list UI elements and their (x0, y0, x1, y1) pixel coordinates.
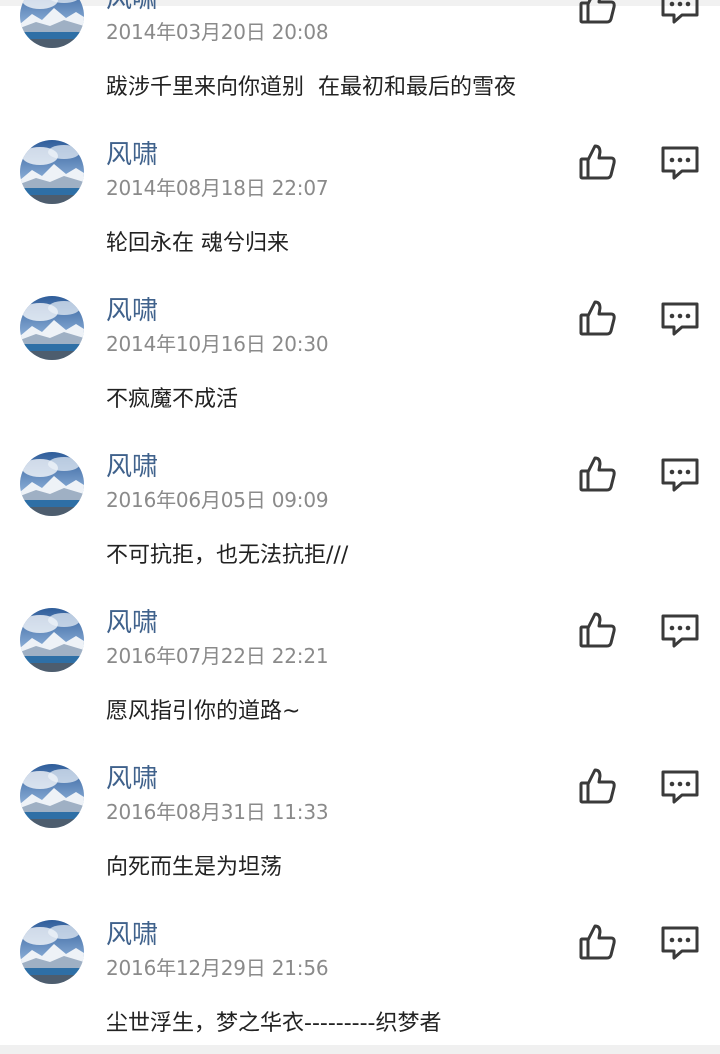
comment-text: 尘世浮生，梦之华衣---------织梦者 (106, 1011, 442, 1036)
thumbs-up-icon (579, 768, 616, 804)
comment-author[interactable]: 风啸 (106, 920, 158, 950)
comment-timestamp: 2016年07月22日 22:21 (106, 644, 329, 668)
comment-text: 不疯魔不成活 (106, 387, 239, 412)
thumbs-up-icon (579, 456, 616, 492)
comment-icon (661, 302, 699, 336)
user-avatar[interactable] (20, 0, 84, 48)
comment-icon (661, 146, 699, 180)
comment-author[interactable]: 风啸 (106, 296, 158, 326)
thumbs-up-icon (579, 0, 616, 24)
user-avatar[interactable] (20, 608, 84, 672)
comment-author[interactable]: 风啸 (106, 608, 158, 638)
comment-item: 风啸 2014年10月16日 20:30 不疯魔不成活 (0, 296, 720, 452)
comment-timestamp: 2016年06月05日 09:09 (106, 488, 329, 512)
comment-timestamp: 2016年08月31日 11:33 (106, 800, 329, 824)
comment-timestamp: 2014年08月18日 22:07 (106, 176, 329, 200)
comment-author[interactable]: 风啸 (106, 140, 158, 170)
thumbs-up-icon (579, 144, 616, 180)
comment-item: 风啸 2016年08月31日 11:33 向死而生是为坦荡 (0, 764, 720, 920)
thumbs-up-icon (579, 300, 616, 336)
user-avatar[interactable] (20, 296, 84, 360)
user-avatar[interactable] (20, 764, 84, 828)
user-avatar[interactable] (20, 920, 84, 984)
comment-item: 风啸 2016年07月22日 22:21 愿风指引你的道路~ (0, 608, 720, 764)
comment-text: 跋涉千里来向你道别 在最初和最后的雪夜 (106, 75, 516, 100)
like-button[interactable] (578, 766, 618, 806)
comment-author[interactable]: 风啸 (106, 764, 158, 794)
comment-item: 风啸 2014年08月18日 22:07 轮回永在 魂兮归来 (0, 140, 720, 296)
comment-text: 不可抗拒，也无法抗拒/// (106, 543, 349, 568)
comment-icon (661, 0, 699, 24)
like-button[interactable] (578, 610, 618, 650)
thumbs-up-icon (579, 612, 616, 648)
comment-icon (661, 770, 699, 804)
comment-text: 愿风指引你的道路~ (106, 699, 301, 724)
reply-button[interactable] (660, 301, 700, 337)
comment-text: 轮回永在 魂兮归来 (106, 231, 289, 256)
reply-button[interactable] (660, 613, 700, 649)
comment-feed: 风啸 2014年03月20日 20:08 跋涉千里来向你道别 在最初和最后的雪夜 (0, 0, 720, 1054)
comment-timestamp: 2014年03月20日 20:08 (106, 20, 329, 44)
bottom-divider (0, 1045, 720, 1054)
like-button[interactable] (578, 922, 618, 962)
reply-button[interactable] (660, 457, 700, 493)
comment-item: 风啸 2016年12月29日 21:56 尘世浮生，梦之华衣---------织… (0, 920, 720, 1054)
like-button[interactable] (578, 142, 618, 182)
comment-author[interactable]: 风啸 (106, 0, 158, 14)
reply-button[interactable] (660, 925, 700, 961)
reply-button[interactable] (660, 145, 700, 181)
comment-item: 风啸 2016年06月05日 09:09 不可抗拒，也无法抗拒/// (0, 452, 720, 608)
comment-icon (661, 926, 699, 960)
like-button[interactable] (578, 454, 618, 494)
user-avatar[interactable] (20, 140, 84, 204)
comment-icon (661, 614, 699, 648)
like-button[interactable] (578, 298, 618, 338)
like-button[interactable] (578, 0, 618, 26)
comment-item: 风啸 2014年03月20日 20:08 跋涉千里来向你道别 在最初和最后的雪夜 (0, 0, 720, 140)
comment-text: 向死而生是为坦荡 (106, 855, 283, 880)
reply-button[interactable] (660, 0, 700, 25)
reply-button[interactable] (660, 769, 700, 805)
user-avatar[interactable] (20, 452, 84, 516)
comment-author[interactable]: 风啸 (106, 452, 158, 482)
comment-icon (661, 458, 699, 492)
thumbs-up-icon (579, 924, 616, 960)
comment-timestamp: 2014年10月16日 20:30 (106, 332, 329, 356)
comment-timestamp: 2016年12月29日 21:56 (106, 956, 329, 980)
